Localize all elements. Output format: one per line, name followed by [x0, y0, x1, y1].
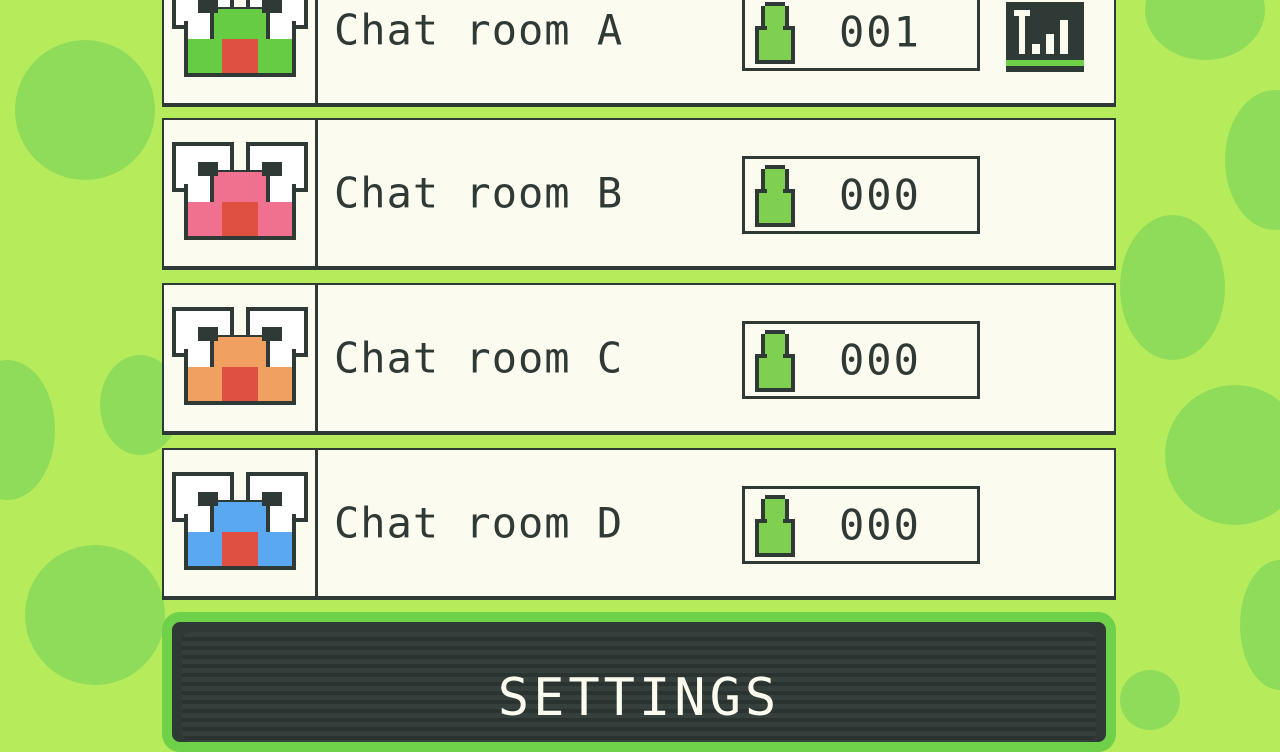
- settings-button[interactable]: SETTINGS: [162, 612, 1116, 752]
- user-count-box: 000: [742, 486, 980, 564]
- chat-room-item[interactable]: Chat room D 000: [162, 448, 1116, 600]
- chat-room-item[interactable]: Chat room A 001: [162, 0, 1116, 107]
- background-dot: [1120, 670, 1180, 730]
- room-avatar: [164, 285, 318, 431]
- background-dot: [1145, 0, 1265, 60]
- user-count-box: 001: [742, 0, 980, 71]
- user-count-box: 000: [742, 156, 980, 234]
- settings-button-face: SETTINGS: [182, 632, 1096, 742]
- background-dot: [1240, 560, 1280, 690]
- room-name: Chat room D: [334, 498, 624, 548]
- bird-face-icon: [172, 472, 308, 570]
- background-dot: [0, 360, 55, 500]
- chat-room-item[interactable]: Chat room B 000: [162, 118, 1116, 270]
- user-count: 000: [839, 335, 921, 385]
- bird-face-icon: [172, 307, 308, 405]
- bird-face-icon: [172, 142, 308, 240]
- user-icon: [755, 165, 795, 227]
- bird-face-icon: [172, 0, 308, 77]
- signal-strength-icon: [1006, 10, 1084, 66]
- user-count: 000: [839, 500, 921, 550]
- background-dot: [1225, 90, 1280, 230]
- user-count-box: 000: [742, 321, 980, 399]
- background-dot: [15, 40, 155, 180]
- room-avatar: [164, 0, 318, 103]
- user-icon: [755, 330, 795, 392]
- signal-indicator: [1006, 2, 1084, 72]
- user-icon: [755, 495, 795, 557]
- background-dot: [1120, 215, 1225, 360]
- settings-label: SETTINGS: [497, 668, 781, 728]
- chat-room-item[interactable]: Chat room C 000: [162, 283, 1116, 435]
- background-dot: [1165, 385, 1280, 525]
- user-count: 000: [839, 170, 921, 220]
- user-count: 001: [839, 7, 921, 57]
- room-name: Chat room A: [334, 5, 624, 55]
- room-avatar: [164, 120, 318, 266]
- room-avatar: [164, 450, 318, 596]
- room-name: Chat room C: [334, 333, 624, 383]
- room-name: Chat room B: [334, 168, 624, 218]
- background-dot: [25, 545, 165, 685]
- user-icon: [755, 2, 795, 64]
